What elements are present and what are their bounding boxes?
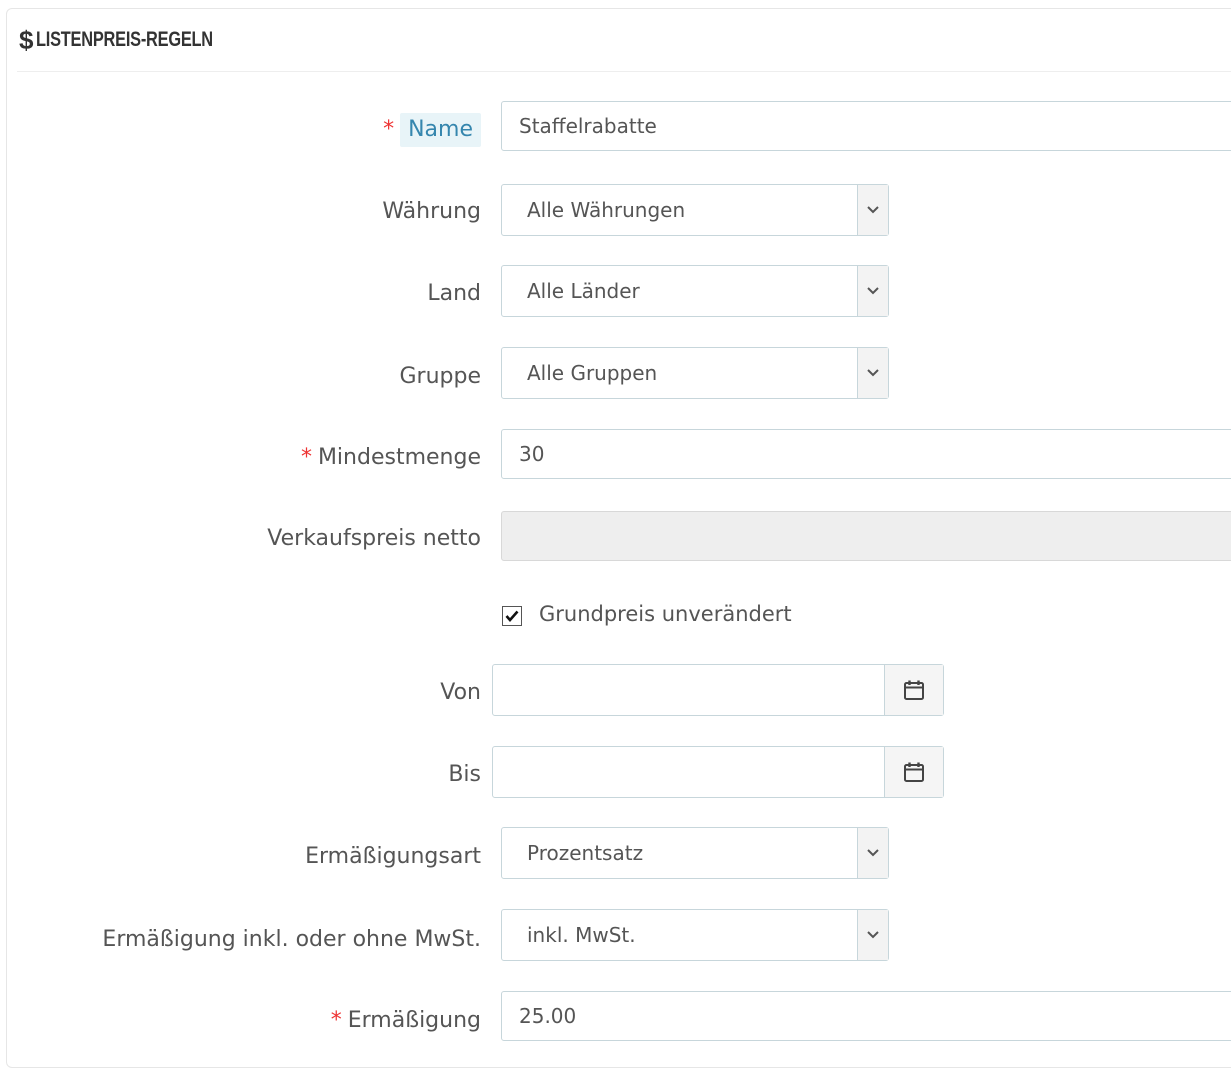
reduction-type-select-value: Prozentsatz: [527, 841, 644, 865]
dollar-icon: $: [19, 25, 34, 55]
currency-label: Währung: [382, 199, 481, 224]
reduction-type-label: Ermäßigungsart: [305, 844, 481, 869]
chevron-down-icon: [857, 266, 888, 316]
reduction-label: * Ermäßigung: [330, 1008, 481, 1033]
panel-title: LISTENPREIS-REGELN: [36, 28, 214, 51]
keep-base-price-row[interactable]: Grundpreis unverändert: [502, 602, 792, 626]
reduction-tax-select[interactable]: inkl. MwSt.: [501, 909, 889, 961]
chevron-down-icon: [857, 185, 888, 235]
reduction-tax-select-value: inkl. MwSt.: [527, 923, 636, 947]
currency-select[interactable]: Alle Währungen: [501, 184, 889, 236]
chevron-down-icon: [857, 828, 888, 878]
required-mark: *: [300, 445, 312, 470]
to-date-group: [492, 746, 944, 798]
name-input[interactable]: [501, 101, 1231, 151]
keep-base-price-label: Grundpreis unverändert: [539, 602, 792, 626]
reduction-type-select[interactable]: Prozentsatz: [501, 827, 889, 879]
to-date-input[interactable]: [493, 747, 885, 797]
group-select-value: Alle Gruppen: [527, 361, 658, 385]
name-label: * Name: [383, 113, 481, 147]
group-label: Gruppe: [399, 364, 481, 389]
chevron-down-icon: [857, 910, 888, 960]
to-label: Bis: [448, 762, 481, 787]
net-price-label: Verkaufspreis netto: [267, 526, 481, 551]
reduction-tax-label: Ermäßigung inkl. oder ohne MwSt.: [102, 927, 481, 952]
calendar-icon[interactable]: [884, 665, 943, 715]
required-mark: *: [330, 1008, 342, 1033]
group-select[interactable]: Alle Gruppen: [501, 347, 889, 399]
country-select-value: Alle Länder: [527, 279, 640, 303]
calendar-icon[interactable]: [884, 747, 943, 797]
panel-heading: $ LISTENPREIS-REGELN: [17, 9, 1231, 72]
from-date-group: [492, 664, 944, 716]
required-mark: *: [383, 117, 395, 142]
from-label: Von: [440, 680, 481, 705]
min-quantity-input[interactable]: [501, 429, 1231, 479]
checkmark-icon: [505, 610, 519, 622]
country-label: Land: [427, 281, 481, 306]
keep-base-price-checkbox[interactable]: [502, 606, 522, 626]
currency-select-value: Alle Währungen: [527, 198, 686, 222]
from-date-input[interactable]: [493, 665, 885, 715]
reduction-input[interactable]: [501, 991, 1231, 1041]
country-select[interactable]: Alle Länder: [501, 265, 889, 317]
min-quantity-label: * Mindestmenge: [300, 445, 481, 470]
chevron-down-icon: [857, 348, 888, 398]
net-price-input: [501, 511, 1231, 561]
